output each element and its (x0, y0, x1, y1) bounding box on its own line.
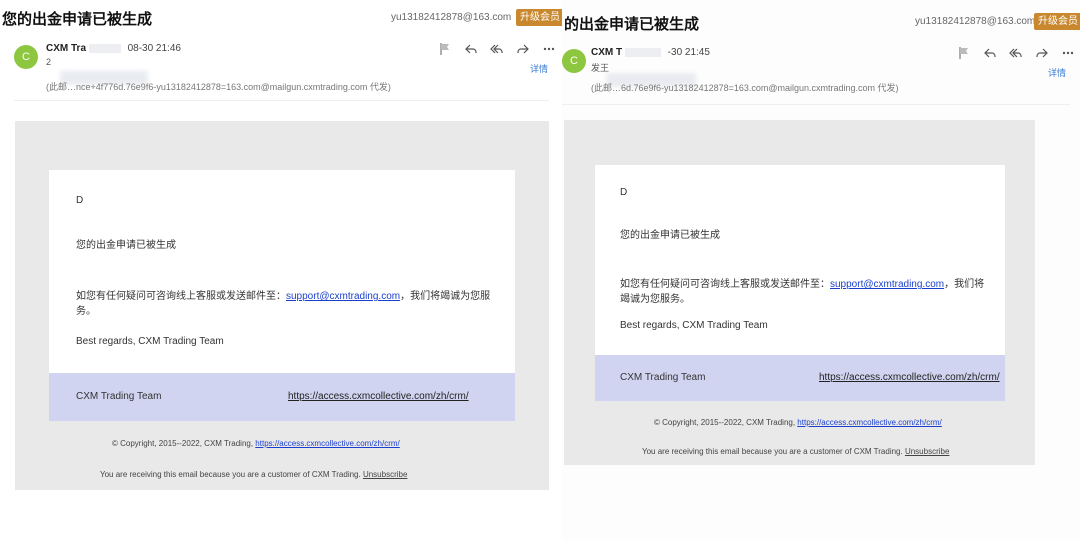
detail-link[interactable]: 详情 (1048, 66, 1066, 79)
more-icon[interactable] (1060, 45, 1076, 61)
sender-line: CXM T -30 21:45 (591, 47, 710, 58)
redacted-block (624, 47, 661, 57)
reply-all-icon[interactable] (489, 41, 505, 57)
upgrade-vip-button[interactable]: 升级会员 (516, 9, 562, 26)
email-actions (437, 41, 557, 57)
greeting: D (76, 195, 84, 206)
unsubscribe-link[interactable]: Unsubscribe (363, 470, 407, 479)
signoff: Best regards, CXM Trading Team (76, 336, 224, 347)
proxy-sender-line: (此邮…6d.76e9f6-yu13182412878=163.com@mail… (591, 83, 899, 93)
greeting: D (620, 187, 628, 198)
support-text: 如您有任何疑问可咨询线上客服或发送邮件至： (620, 279, 830, 290)
sender-line: CXM Tra 08-30 21:46 (46, 43, 181, 54)
card-footer-band: CXM Trading Team https://access.cxmcolle… (595, 355, 1005, 401)
account-email: yu13182412878@163.com (915, 16, 1036, 27)
forward-icon[interactable] (1034, 45, 1050, 61)
receiving-text: You are receiving this email because you… (642, 447, 905, 456)
sender-name[interactable]: CXM Tra (46, 43, 86, 54)
proxy-sender-line: (此邮…nce+4f776d.76e9f6-yu13182412878=163.… (46, 82, 391, 92)
flag-icon[interactable] (437, 41, 453, 57)
more-icon[interactable] (541, 41, 557, 57)
support-paragraph: 如您有任何疑问可咨询线上客服或发送邮件至：support@cxmtrading.… (76, 289, 496, 319)
body-line: 您的出金申请已被生成 (620, 230, 720, 241)
receiving-text: You are receiving this email because you… (100, 470, 363, 479)
email-panel-left: 您的出金申请已被生成 yu13182412878@163.com 升级会员 C … (0, 0, 562, 540)
email-body-background: D 您的出金申请已被生成 如您有任何疑问可咨询线上客服或发送邮件至：suppor… (15, 121, 549, 490)
email-actions (956, 45, 1076, 61)
unsubscribe-link[interactable]: Unsubscribe (905, 447, 949, 456)
email-panel-right: 的出金申请已被生成 yu13182412878@163.com 升级会员 C C… (562, 0, 1080, 540)
sent-time: -30 21:45 (667, 47, 710, 58)
email-body-background: D 您的出金申请已被生成 如您有任何疑问可咨询线上客服或发送邮件至：suppor… (564, 120, 1035, 465)
email-header: C CXM Tra 08-30 21:46 2 (此邮…nce+4f776d.7… (14, 33, 555, 101)
reply-icon[interactable] (463, 41, 479, 57)
support-email-link[interactable]: support@cxmtrading.com (286, 291, 400, 302)
copyright-line: © Copyright, 2015--2022, CXM Trading, ht… (654, 418, 942, 427)
card-footer-band: CXM Trading Team https://access.cxmcolle… (49, 373, 515, 421)
sender-avatar: C (14, 45, 38, 69)
copyright-link[interactable]: https://access.cxmcollective.com/zh/crm/ (797, 418, 941, 427)
detail-link[interactable]: 详情 (530, 62, 548, 75)
receiving-line: You are receiving this email because you… (642, 447, 949, 456)
footer-url-link[interactable]: https://access.cxmcollective.com/zh/crm/ (288, 391, 469, 402)
sender-name[interactable]: CXM T (591, 47, 622, 58)
reply-all-icon[interactable] (1008, 45, 1024, 61)
copyright-link[interactable]: https://access.cxmcollective.com/zh/crm/ (255, 439, 399, 448)
email-header: C CXM T -30 21:45 发王 (此邮…6d.76e9f6-yu131… (562, 37, 1074, 105)
reply-icon[interactable] (982, 45, 998, 61)
account-email: yu13182412878@163.com (391, 12, 512, 23)
email-card: D 您的出金申请已被生成 如您有任何疑问可咨询线上客服或发送邮件至：suppor… (595, 165, 1005, 401)
copyright-line: © Copyright, 2015--2022, CXM Trading, ht… (112, 439, 400, 448)
support-paragraph: 如您有任何疑问可咨询线上客服或发送邮件至：support@cxmtrading.… (620, 277, 990, 307)
footer-team: CXM Trading Team (620, 372, 706, 383)
receiving-line: You are receiving this email because you… (100, 470, 407, 479)
support-text: 如您有任何疑问可咨询线上客服或发送邮件至： (76, 291, 286, 302)
footer-team: CXM Trading Team (76, 391, 162, 402)
recipient-line: 2 (46, 57, 52, 67)
body-line: 您的出金申请已被生成 (76, 240, 176, 251)
email-card: D 您的出金申请已被生成 如您有任何疑问可咨询线上客服或发送邮件至：suppor… (49, 170, 515, 421)
sent-time: 08-30 21:46 (127, 43, 181, 54)
email-subject: 您的出金申请已被生成 (2, 10, 153, 28)
signoff: Best regards, CXM Trading Team (620, 320, 768, 331)
flag-icon[interactable] (956, 45, 972, 61)
email-subject: 的出金申请已被生成 (564, 15, 700, 33)
copyright-text: © Copyright, 2015--2022, CXM Trading, (112, 439, 256, 448)
upgrade-vip-button[interactable]: 升级会员 (1034, 13, 1080, 30)
sender-avatar: C (562, 49, 586, 73)
copyright-text: © Copyright, 2015--2022, CXM Trading, (654, 418, 798, 427)
forward-icon[interactable] (515, 41, 531, 57)
support-email-link[interactable]: support@cxmtrading.com (830, 279, 944, 290)
redacted-block (88, 43, 121, 53)
footer-url-link[interactable]: https://access.cxmcollective.com/zh/crm/ (819, 372, 1000, 383)
